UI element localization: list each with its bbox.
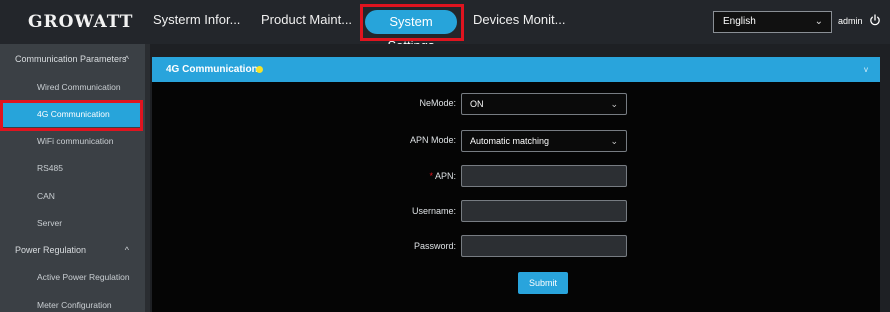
highlight-box-system-settings xyxy=(360,4,464,41)
card-title: 4G Communication xyxy=(166,64,258,75)
apn-label: APN: xyxy=(434,171,456,181)
apn-mode-select[interactable]: Automatic matching ⌄ xyxy=(461,130,627,152)
sidebar-group-label: Power Regulation xyxy=(15,245,87,255)
sidebar-group-communication-parameters[interactable]: Communication Parameters ^ xyxy=(0,46,145,72)
username-input[interactable] xyxy=(461,200,627,222)
highlight-box-4g-communication xyxy=(0,100,143,131)
sidebar-item-server[interactable]: Server xyxy=(0,210,145,236)
sidebar-item-wired-communication[interactable]: Wired Communication xyxy=(0,74,145,100)
apn-mode-label: APN Mode: xyxy=(409,135,456,145)
sidebar-item-wifi-communication[interactable]: WiFi communication xyxy=(0,128,145,154)
nemode-select[interactable]: ON ⌄ xyxy=(461,93,627,115)
password-input[interactable] xyxy=(461,235,627,257)
sidebar-item-can[interactable]: CAN xyxy=(0,183,145,209)
sidebar-group-label: Communication Parameters xyxy=(15,54,127,64)
nav-devices-monitoring[interactable]: Devices Monit... xyxy=(473,12,565,27)
sidebar-item-rs485[interactable]: RS485 xyxy=(0,155,145,181)
password-label: Password: xyxy=(413,241,456,251)
collapse-chevron-icon[interactable]: v xyxy=(864,57,868,82)
chevron-down-icon: ⌄ xyxy=(610,136,618,146)
power-icon[interactable] xyxy=(869,14,881,26)
language-select[interactable]: English ⌄ xyxy=(713,11,832,33)
sidebar-item-meter-configuration[interactable]: Meter Configuration xyxy=(0,292,145,312)
user-name: admin xyxy=(838,16,863,26)
required-marker: * xyxy=(429,171,433,181)
status-dot-icon xyxy=(256,66,263,73)
growatt-logo: GROWATT xyxy=(28,12,134,32)
chevron-down-icon: ⌄ xyxy=(814,16,823,27)
sidebar-item-active-power-regulation[interactable]: Active Power Regulation xyxy=(0,264,145,290)
chevron-up-icon: ^ xyxy=(124,54,129,64)
language-select-value: English xyxy=(723,16,756,27)
sidebar-group-power-regulation[interactable]: Power Regulation ^ xyxy=(0,237,145,263)
chevron-up-icon: ^ xyxy=(124,245,129,255)
chevron-down-icon: ⌄ xyxy=(610,99,618,109)
username-label: Username: xyxy=(411,206,456,216)
apn-label-wrap: * APN: xyxy=(356,171,456,181)
apn-mode-select-value: Automatic matching xyxy=(470,136,550,146)
nemode-select-value: ON xyxy=(470,99,484,109)
nemode-label: NeMode: xyxy=(419,98,456,108)
nav-product-maintenance[interactable]: Product Maint... xyxy=(261,12,352,27)
card-header[interactable]: 4G Communication v xyxy=(152,57,880,82)
nav-system-information[interactable]: Systerm Infor... xyxy=(153,12,240,27)
card-body xyxy=(152,82,880,312)
apn-input[interactable] xyxy=(461,165,627,187)
submit-button[interactable]: Submit xyxy=(518,272,568,294)
